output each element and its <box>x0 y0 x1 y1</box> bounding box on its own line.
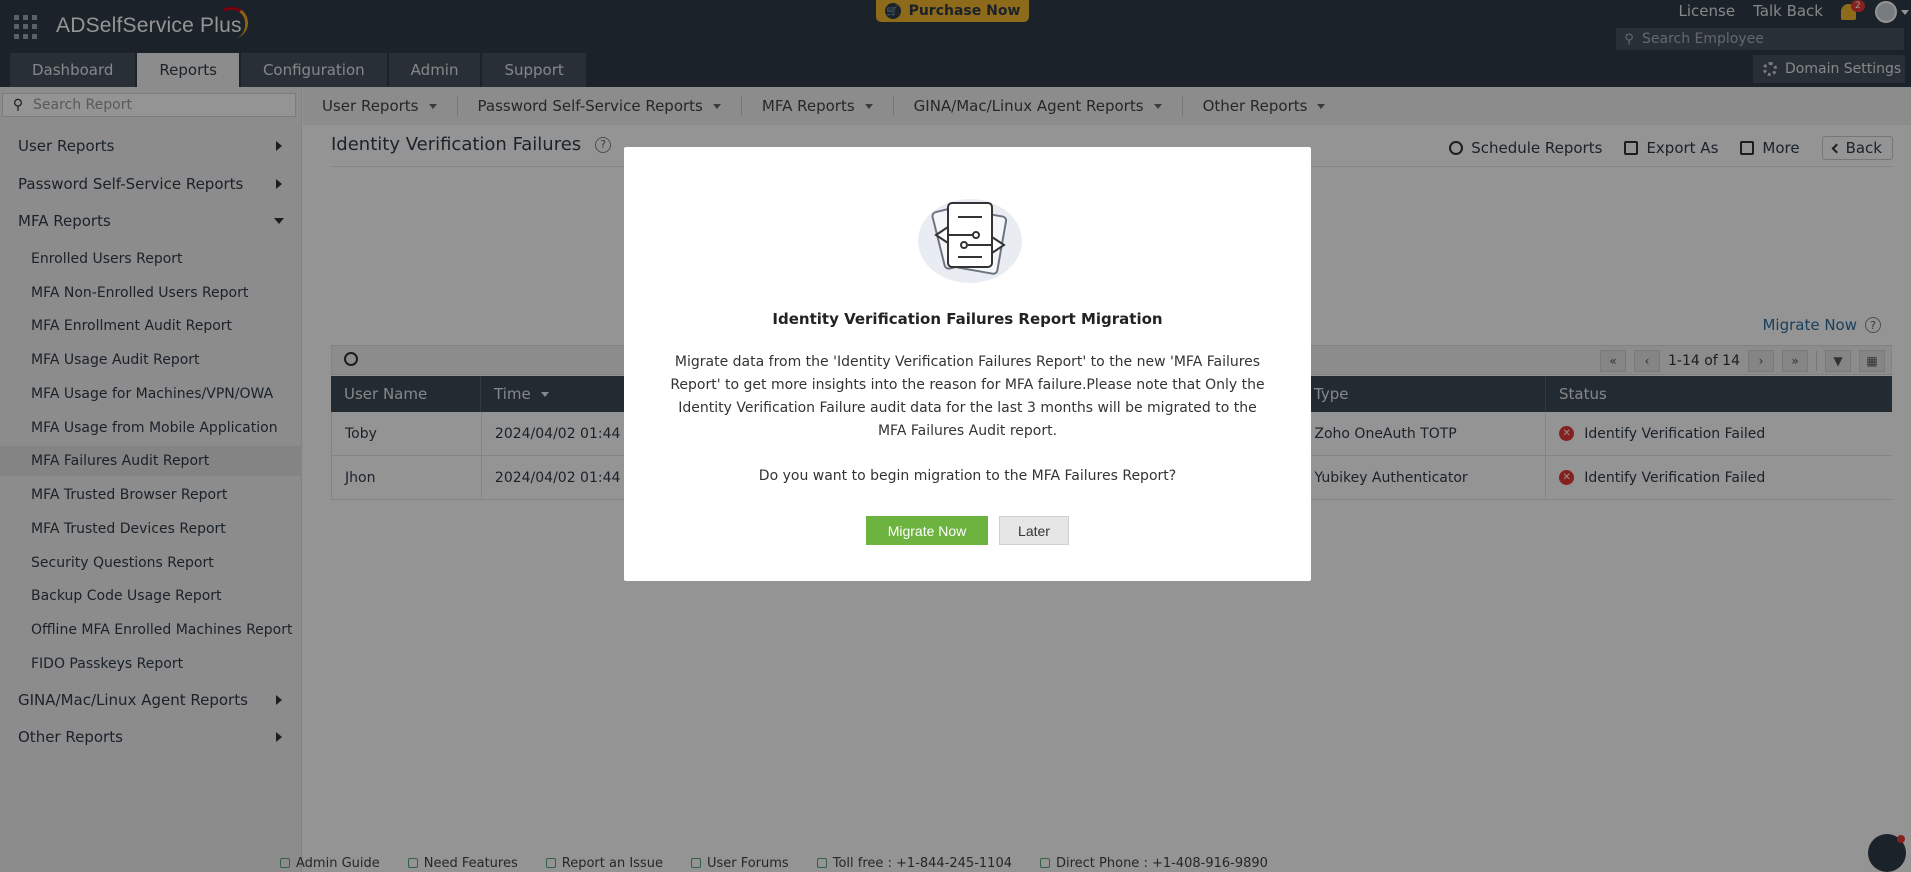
dialog-title: Identity Verification Failures Report Mi… <box>772 310 1163 328</box>
later-button[interactable]: Later <box>999 516 1069 545</box>
migrate-now-button[interactable]: Migrate Now <box>866 516 988 545</box>
dialog-question: Do you want to begin migration to the MF… <box>758 468 1177 484</box>
migration-dialog: Identity Verification Failures Report Mi… <box>624 147 1311 581</box>
dialog-body: Migrate data from the 'Identity Verifica… <box>670 354 1265 439</box>
migration-document-icon <box>918 199 1022 283</box>
